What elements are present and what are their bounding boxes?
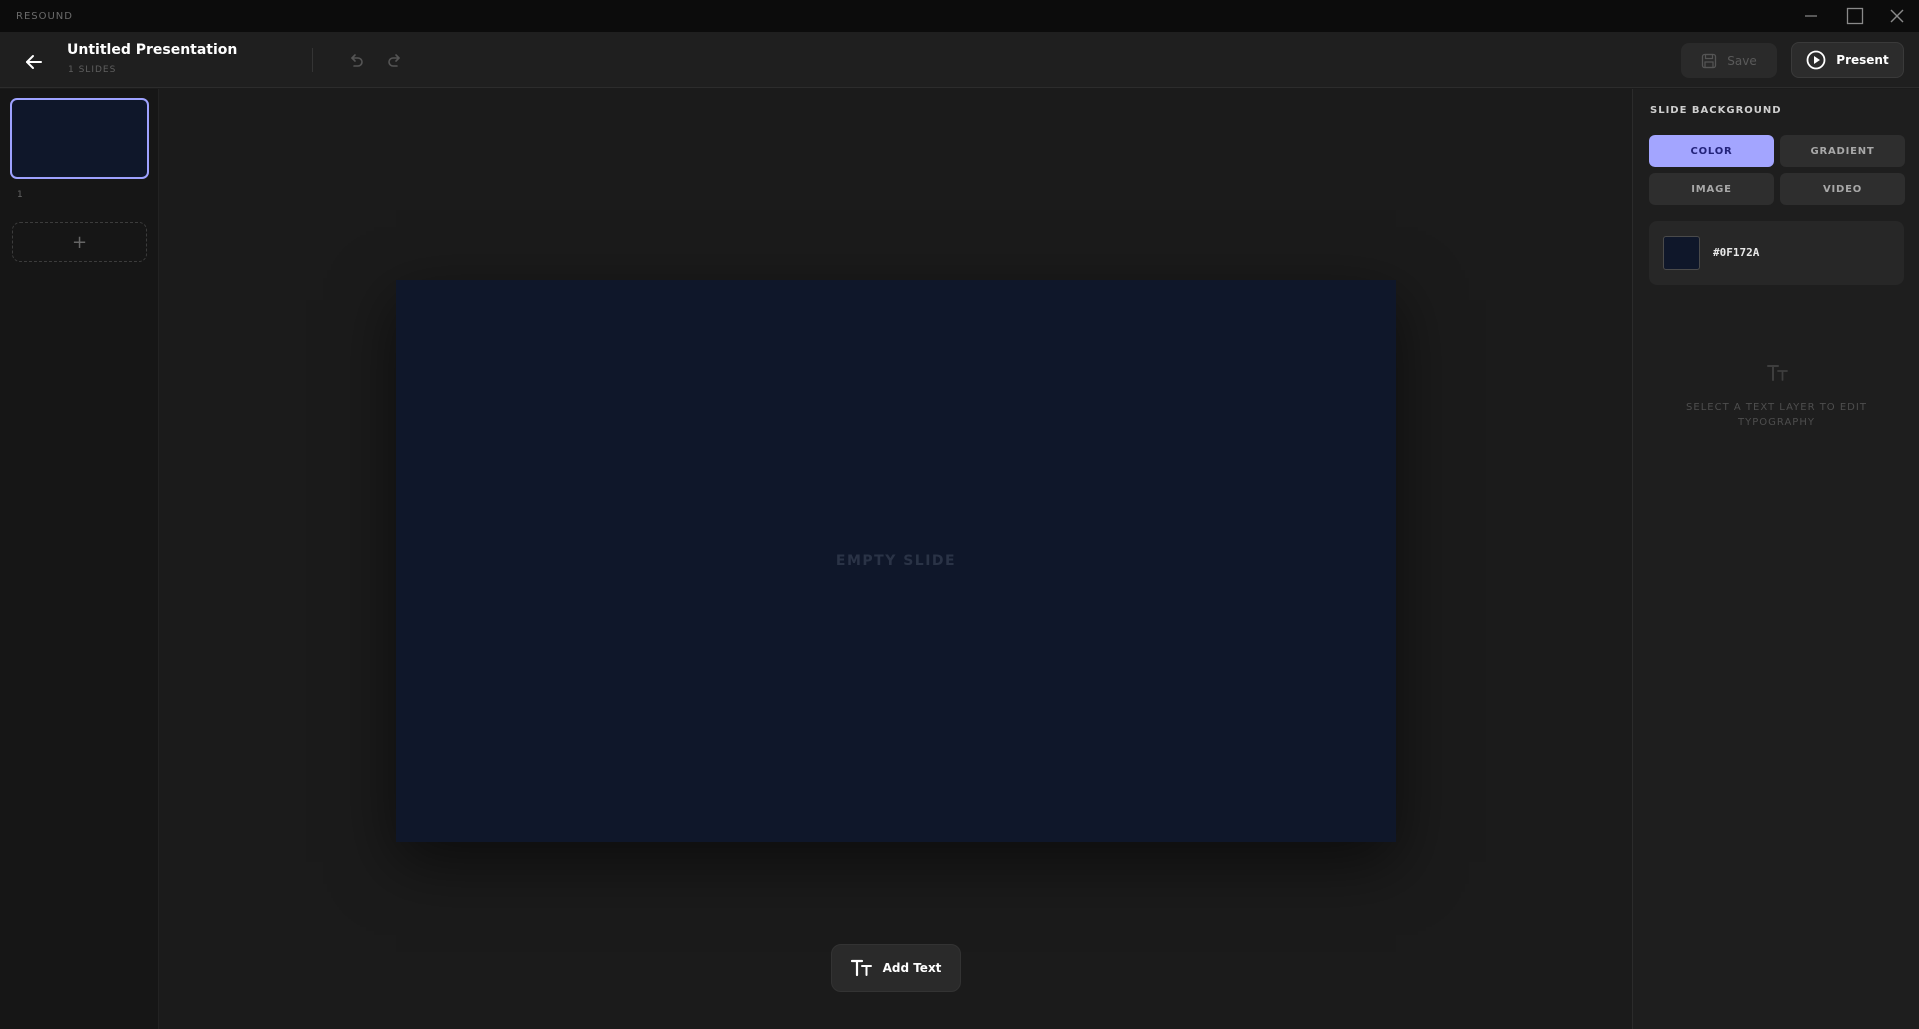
bg-image-tab[interactable]: IMAGE <box>1649 173 1774 205</box>
redo-icon <box>388 54 400 67</box>
floppy-disk-icon <box>1702 53 1717 68</box>
bg-gradient-label: GRADIENT <box>1810 145 1875 157</box>
undo-button[interactable] <box>343 47 369 73</box>
minimize-icon <box>1805 15 1817 17</box>
canvas-area: EMPTY SLIDE Add Text <box>160 89 1632 1029</box>
present-label: Present <box>1836 53 1889 67</box>
bg-video-tab[interactable]: VIDEO <box>1780 173 1905 205</box>
play-circle-icon <box>1806 50 1826 70</box>
bg-color-tab[interactable]: COLOR <box>1649 135 1774 167</box>
arrow-left-icon <box>26 55 42 69</box>
bg-video-label: VIDEO <box>1822 183 1863 195</box>
typography-hint: SELECT A TEXT LAYER TO EDIT TYPOGRAPHY <box>1686 402 1867 428</box>
add-slide-button[interactable]: + <box>12 222 147 262</box>
text-size-icon <box>850 959 872 977</box>
color-picker-card[interactable]: #0F172A <box>1649 221 1904 285</box>
present-button[interactable]: Present <box>1791 42 1904 78</box>
maximize-icon <box>1846 7 1864 25</box>
header-divider <box>312 48 313 72</box>
bg-gradient-tab[interactable]: GRADIENT <box>1780 135 1905 167</box>
slides-panel: 1 + <box>0 89 159 1029</box>
window-titlebar: RESOUND <box>0 0 1919 32</box>
save-label: Save <box>1727 53 1757 68</box>
bg-color-label: COLOR <box>1690 145 1733 157</box>
slide-count: 1 SLIDES <box>68 65 117 75</box>
color-hex-value[interactable]: #0F172A <box>1713 246 1759 259</box>
close-icon <box>1890 9 1904 23</box>
presentation-title[interactable]: Untitled Presentation <box>67 42 237 58</box>
color-swatch[interactable] <box>1663 236 1700 270</box>
slide-number: 1 <box>17 190 23 200</box>
text-size-icon <box>1763 361 1793 385</box>
undo-icon <box>351 54 363 67</box>
app-name: RESOUND <box>16 11 73 22</box>
add-text-button[interactable]: Add Text <box>831 944 961 992</box>
minimize-button[interactable] <box>1789 0 1833 32</box>
slide-canvas[interactable]: EMPTY SLIDE <box>396 280 1396 842</box>
close-button[interactable] <box>1875 0 1919 32</box>
save-button[interactable]: Save <box>1681 43 1777 78</box>
slide-background-heading: SLIDE BACKGROUND <box>1650 105 1782 116</box>
plus-icon: + <box>71 231 88 253</box>
inspector-panel: SLIDE BACKGROUND COLOR GRADIENT IMAGE VI… <box>1632 89 1919 1029</box>
back-button[interactable] <box>20 48 48 76</box>
bg-image-label: IMAGE <box>1691 183 1732 195</box>
slide-thumbnail[interactable] <box>10 98 149 179</box>
add-text-label: Add Text <box>882 961 942 975</box>
editor-header: Untitled Presentation 1 SLIDES Save Pres… <box>0 32 1919 88</box>
maximize-button[interactable] <box>1833 0 1877 32</box>
empty-slide-label: EMPTY SLIDE <box>835 553 957 569</box>
redo-button[interactable] <box>382 47 408 73</box>
